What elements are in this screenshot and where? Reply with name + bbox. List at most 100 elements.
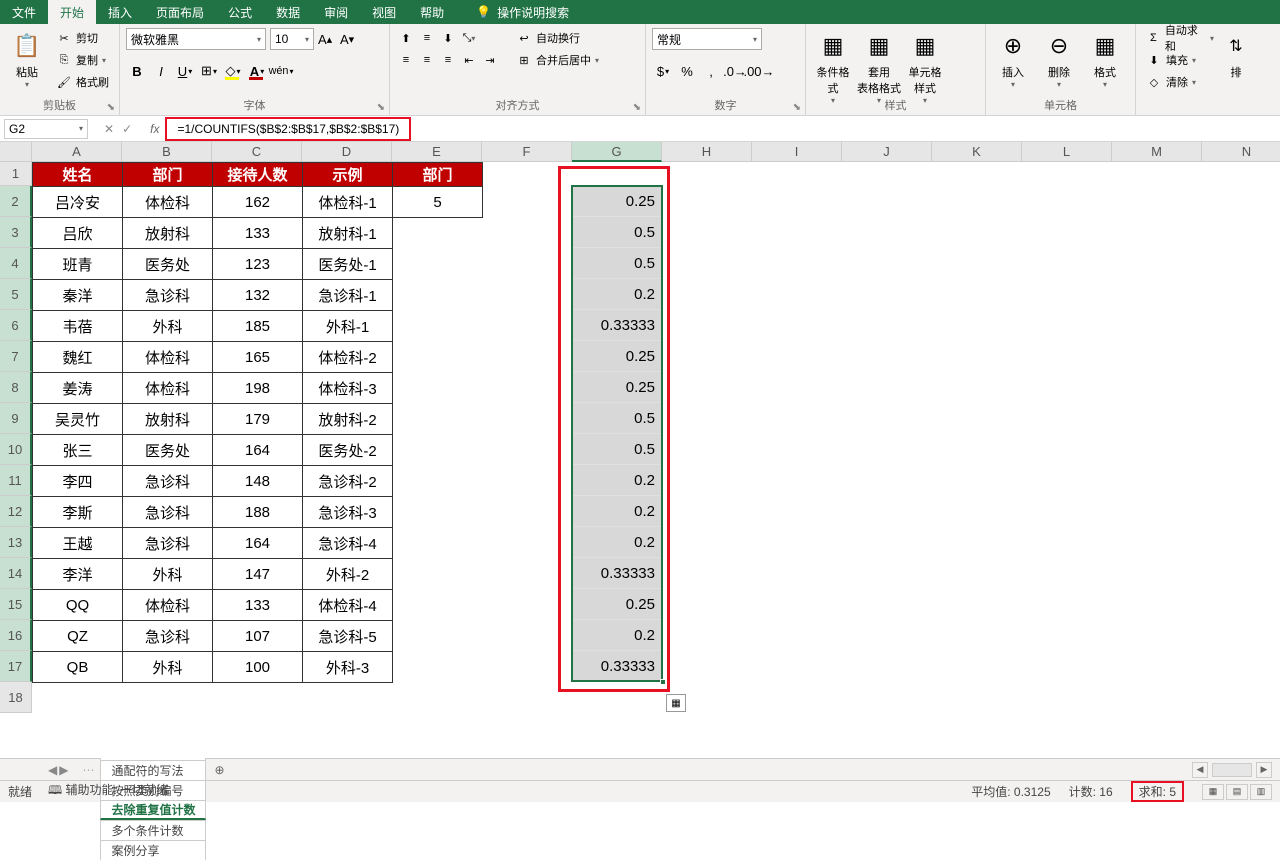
menu-data[interactable]: 数据: [264, 0, 312, 24]
cell-styles-button[interactable]: ▦单元格样式▾: [904, 28, 946, 107]
col-header-L[interactable]: L: [1022, 142, 1112, 162]
view-normal-button[interactable]: ▦: [1202, 784, 1224, 800]
hscroll-track[interactable]: [1212, 763, 1252, 777]
cell[interactable]: QQ: [33, 590, 123, 621]
clipboard-dialog-launcher[interactable]: ⬊: [107, 102, 115, 113]
cell[interactable]: 外科-1: [303, 311, 393, 342]
cell[interactable]: 体检科-1: [303, 187, 393, 218]
bold-button[interactable]: B: [126, 60, 148, 82]
cell[interactable]: 韦蓓: [33, 311, 123, 342]
cell[interactable]: 王越: [33, 528, 123, 559]
sheet-tab[interactable]: 通配符的写法: [100, 760, 206, 780]
hscroll-left[interactable]: ◀: [1192, 762, 1208, 778]
menu-help[interactable]: 帮助: [408, 0, 456, 24]
row-header-2[interactable]: 2: [0, 186, 32, 217]
cell[interactable]: 外科-3: [303, 652, 393, 683]
formula-input[interactable]: =1/COUNTIFS($B$2:$B$17,$B$2:$B$17): [171, 119, 405, 139]
currency-button[interactable]: $▾: [652, 60, 674, 82]
menu-view[interactable]: 视图: [360, 0, 408, 24]
italic-button[interactable]: I: [150, 60, 172, 82]
menu-layout[interactable]: 页面布局: [144, 0, 216, 24]
autosum-button[interactable]: Σ自动求和▾: [1142, 28, 1218, 48]
select-all-corner[interactable]: [0, 142, 32, 162]
cell[interactable]: 外科: [123, 652, 213, 683]
cell[interactable]: 班青: [33, 249, 123, 280]
percent-button[interactable]: %: [676, 60, 698, 82]
paste-button[interactable]: 📋 粘贴 ▾: [6, 28, 48, 91]
cell[interactable]: 0.25: [572, 372, 662, 403]
cell[interactable]: 148: [213, 466, 303, 497]
increase-indent-button[interactable]: ⇥: [480, 50, 500, 70]
copy-button[interactable]: ⎘复制▾: [52, 50, 113, 70]
cell[interactable]: 0.5: [572, 217, 662, 248]
insert-cells-button[interactable]: ⊕插入▾: [992, 28, 1034, 91]
phonetic-button[interactable]: wén▾: [270, 60, 292, 82]
cell[interactable]: 0.25: [572, 186, 662, 217]
col-header-I[interactable]: I: [752, 142, 842, 162]
cell[interactable]: 李洋: [33, 559, 123, 590]
format-cells-button[interactable]: ▦格式▾: [1084, 28, 1126, 91]
cell[interactable]: 魏红: [33, 342, 123, 373]
spreadsheet-grid[interactable]: ABCDEFGHIJKLMN 1234567891011121314151617…: [0, 142, 1280, 758]
cell[interactable]: 急诊科-5: [303, 621, 393, 652]
cell[interactable]: 急诊科-2: [303, 466, 393, 497]
cell[interactable]: 164: [213, 435, 303, 466]
cell[interactable]: 张三: [33, 435, 123, 466]
cell[interactable]: 100: [213, 652, 303, 683]
sheet-tab[interactable]: 多个条件计数: [100, 820, 206, 840]
cell[interactable]: 5: [393, 187, 483, 218]
cell[interactable]: 0.5: [572, 403, 662, 434]
cell[interactable]: 急诊科: [123, 621, 213, 652]
cell[interactable]: 133: [213, 218, 303, 249]
cell[interactable]: 李斯: [33, 497, 123, 528]
new-sheet-button[interactable]: ⊕: [207, 763, 231, 777]
merge-center-button[interactable]: ⊞合并后居中▾: [512, 50, 603, 70]
cell[interactable]: 急诊科-1: [303, 280, 393, 311]
menu-review[interactable]: 审阅: [312, 0, 360, 24]
cell[interactable]: 165: [213, 342, 303, 373]
number-format-combo[interactable]: 常规▾: [652, 28, 762, 50]
format-painter-button[interactable]: 🖌格式刷: [52, 72, 113, 92]
cell[interactable]: 医务处: [123, 249, 213, 280]
sheet-tab[interactable]: 去除重复值计数: [100, 800, 206, 820]
decrease-decimal-button[interactable]: .00→: [748, 60, 770, 82]
col-header-C[interactable]: C: [212, 142, 302, 162]
row-header-9[interactable]: 9: [0, 403, 32, 434]
row-header-17[interactable]: 17: [0, 651, 32, 682]
cell[interactable]: 急诊科: [123, 280, 213, 311]
cell[interactable]: 李四: [33, 466, 123, 497]
cell[interactable]: 体检科-2: [303, 342, 393, 373]
cell[interactable]: 放射科-1: [303, 218, 393, 249]
cell[interactable]: 体检科-4: [303, 590, 393, 621]
wrap-text-button[interactable]: ↩自动换行: [512, 28, 603, 48]
cell[interactable]: 医务处-2: [303, 435, 393, 466]
cell[interactable]: 急诊科-3: [303, 497, 393, 528]
font-size-combo[interactable]: 10▾: [270, 28, 314, 50]
cell[interactable]: 185: [213, 311, 303, 342]
cell[interactable]: 0.5: [572, 248, 662, 279]
col-header-A[interactable]: A: [32, 142, 122, 162]
row-header-13[interactable]: 13: [0, 527, 32, 558]
cell[interactable]: 姜涛: [33, 373, 123, 404]
col-header-D[interactable]: D: [302, 142, 392, 162]
cell[interactable]: 0.2: [572, 279, 662, 310]
conditional-format-button[interactable]: ▦条件格式▾: [812, 28, 854, 107]
cell[interactable]: 162: [213, 187, 303, 218]
view-pagebreak-button[interactable]: ▥: [1250, 784, 1272, 800]
cell[interactable]: 吕冷安: [33, 187, 123, 218]
cell[interactable]: 医务处-1: [303, 249, 393, 280]
cell[interactable]: 198: [213, 373, 303, 404]
font-color-button[interactable]: A▾: [246, 60, 268, 82]
cell[interactable]: 0.33333: [572, 310, 662, 341]
menu-insert[interactable]: 插入: [96, 0, 144, 24]
cell[interactable]: 0.2: [572, 496, 662, 527]
cell[interactable]: 0.25: [572, 589, 662, 620]
row-header-10[interactable]: 10: [0, 434, 32, 465]
cell[interactable]: 体检科: [123, 373, 213, 404]
cell[interactable]: 放射科: [123, 218, 213, 249]
clear-button[interactable]: ◇清除▾: [1142, 72, 1218, 92]
col-header-M[interactable]: M: [1112, 142, 1202, 162]
fill-button[interactable]: ⬇填充▾: [1142, 50, 1218, 70]
menu-formula[interactable]: 公式: [216, 0, 264, 24]
cancel-formula-icon[interactable]: ✕: [104, 122, 114, 136]
